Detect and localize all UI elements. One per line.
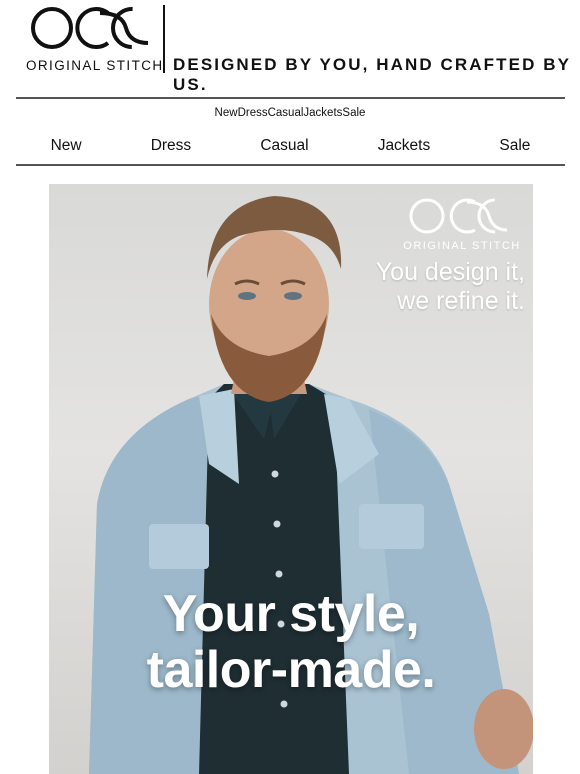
ocs-logo-icon[interactable] [30, 5, 154, 51]
nav-compact-item-new[interactable]: New [215, 107, 238, 119]
hero-subheadline-line1: You design it, [375, 258, 525, 286]
hero-headline-line2: tailor-made. [146, 641, 436, 699]
header: ORIGINAL STITCH DESIGNED BY YOU, HAND CR… [0, 0, 580, 94]
hero-subheadline: You design it, we refine it. [376, 258, 525, 316]
hero-brand-name: ORIGINAL STITCH [403, 240, 521, 252]
nav-item-new[interactable]: New [51, 137, 82, 155]
nav-top-rule [16, 97, 565, 99]
brand-name: ORIGINAL STITCH [26, 58, 164, 73]
header-divider [163, 5, 165, 73]
nav-item-sale[interactable]: Sale [499, 137, 530, 155]
nav-compact-item-casual[interactable]: Casual [268, 107, 304, 119]
hero-headline: Your style, tailor-made. [49, 586, 533, 698]
nav-compact: NewDressCasualJacketsSale [0, 107, 580, 119]
nav-item-dress[interactable]: Dress [151, 137, 191, 155]
nav-item-casual[interactable]: Casual [260, 137, 308, 155]
nav-compact-item-sale[interactable]: Sale [342, 107, 365, 119]
email-page: ORIGINAL STITCH DESIGNED BY YOU, HAND CR… [0, 0, 580, 774]
hero-banner[interactable]: ORIGINAL STITCH You design it, we refine… [49, 184, 533, 774]
nav-main: New Dress Casual Jackets Sale [16, 133, 565, 159]
hero-ocs-logo-icon [409, 198, 513, 234]
tagline: DESIGNED BY YOU, HAND CRAFTED BY US. [173, 55, 571, 94]
hero-headline-line1: Your style, [162, 585, 420, 643]
nav-item-jackets[interactable]: Jackets [378, 137, 431, 155]
hero-subheadline-line2: we refine it. [397, 287, 525, 315]
nav-compact-item-dress[interactable]: Dress [238, 107, 268, 119]
nav-compact-item-jackets[interactable]: Jackets [303, 107, 342, 119]
nav-bottom-rule [16, 164, 565, 166]
